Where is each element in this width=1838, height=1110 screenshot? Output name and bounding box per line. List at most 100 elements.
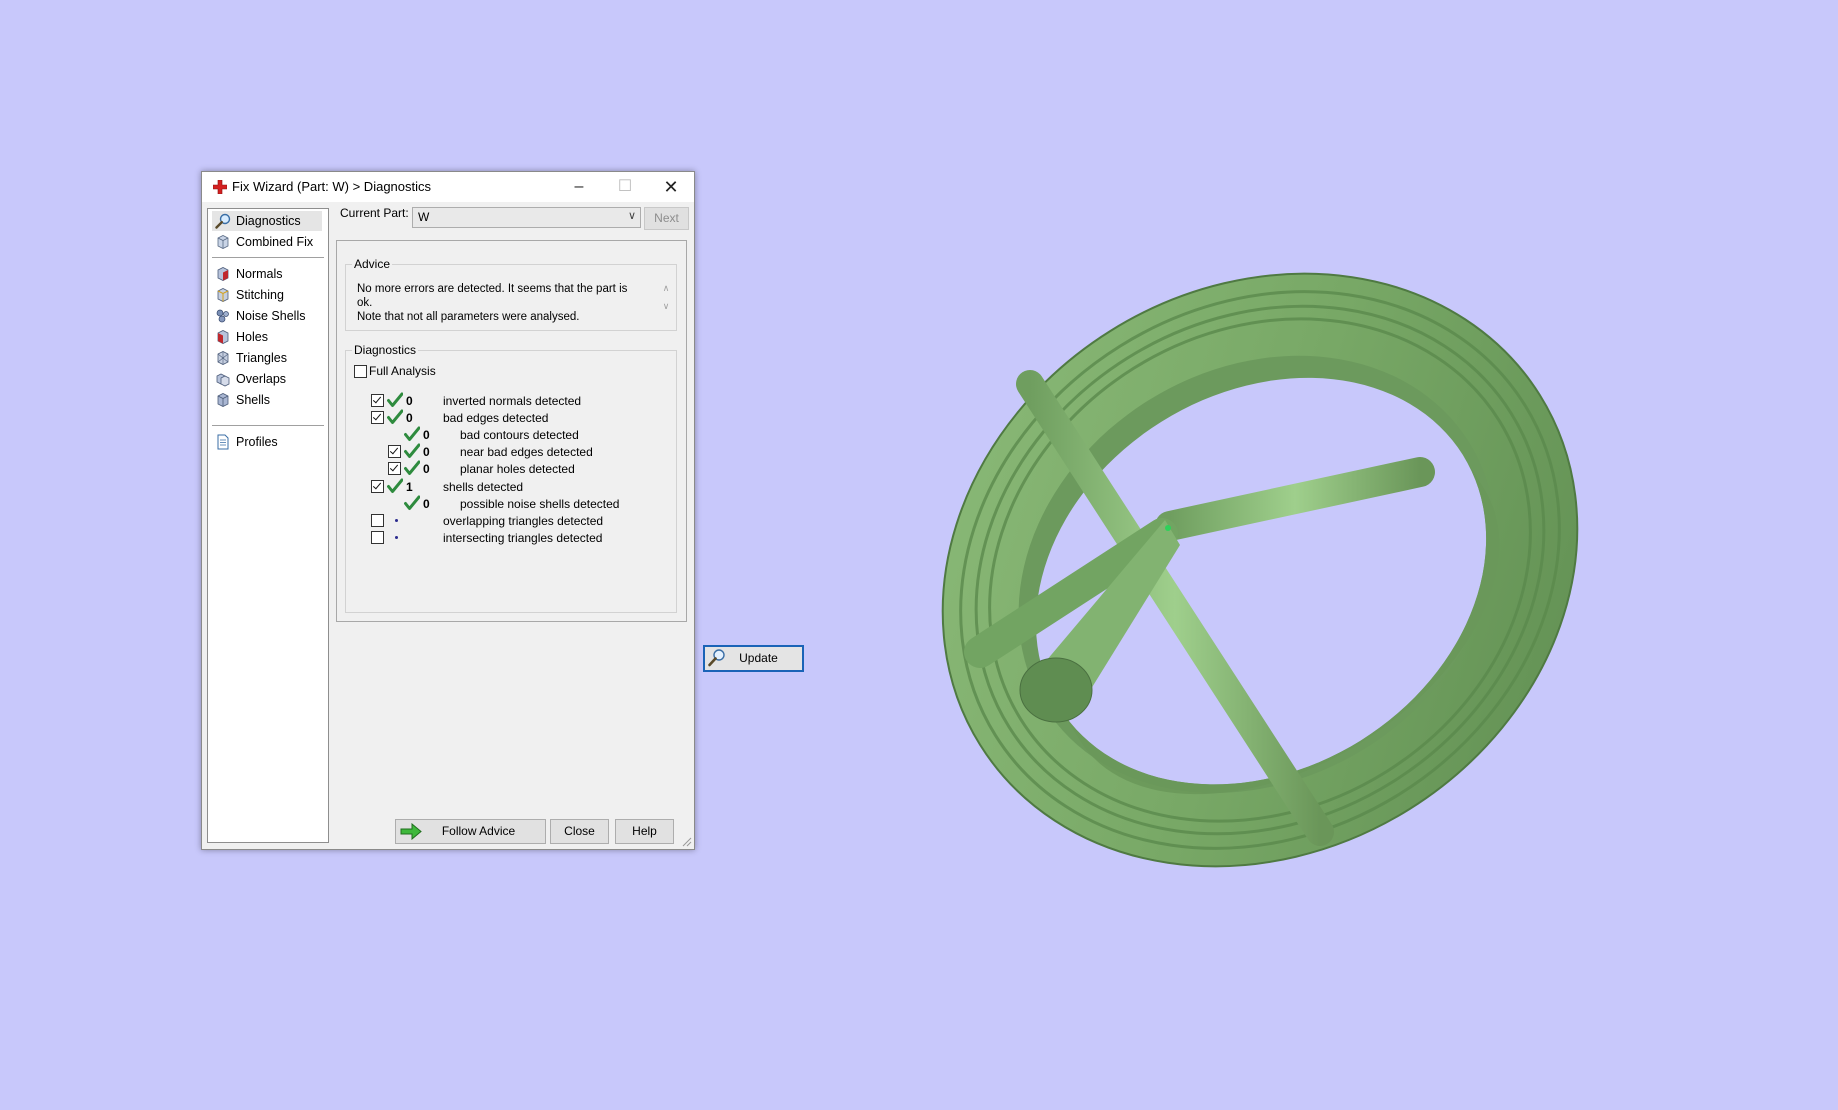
sidebar-item-stitching[interactable]: Stitching (212, 285, 322, 305)
advice-scrollbar[interactable]: ∧ ∨ (659, 279, 673, 323)
diagnostic-label: overlapping triangles detected (443, 513, 604, 528)
follow-advice-label: Follow Advice (441, 824, 516, 838)
update-button[interactable]: Update (703, 645, 804, 672)
diagnostic-checkbox[interactable] (371, 513, 384, 527)
advice-line-2: Note that not all parameters were analys… (357, 311, 580, 323)
diagnostics-group: Diagnostics Full Analysis 0 inverted norm… (345, 343, 677, 613)
check-ok-icon (404, 495, 420, 510)
diagnostic-count: 0 (423, 462, 430, 477)
diagnostic-checkbox[interactable] (371, 411, 384, 425)
check-ok-icon (404, 426, 420, 442)
help-button[interactable]: Help (615, 819, 674, 844)
chevron-down-icon: ∨ (627, 210, 636, 222)
sidebar-item-label: Holes (236, 330, 268, 344)
maximize-button[interactable]: ☐ (602, 172, 648, 202)
advice-legend: Advice (354, 257, 391, 271)
sidebar-item-label: Profiles (236, 435, 278, 449)
scroll-up-icon[interactable]: ∧ (659, 279, 673, 297)
title-bar[interactable]: Fix Wizard (Part: W) > Diagnostics – ☐ ✕ (202, 172, 694, 202)
diagnostic-label: near bad edges detected (460, 445, 593, 460)
current-part-label: Current Part: (340, 206, 409, 220)
document-icon (217, 434, 229, 450)
current-part-select[interactable]: W ∨ (412, 207, 641, 228)
noise-shells-icon (216, 309, 229, 323)
sidebar-item-noise-shells[interactable]: Noise Shells (212, 306, 322, 326)
holes-cube-icon (217, 330, 229, 344)
current-part-value: W (418, 210, 430, 224)
overlaps-cube-icon (216, 373, 230, 387)
sidebar-item-diagnostics[interactable]: Diagnostics (212, 211, 322, 231)
triangles-cube-icon (217, 351, 229, 365)
diagnostic-count: 0 (406, 411, 413, 426)
diagnostic-row: overlapping triangles detected (346, 512, 666, 530)
next-button[interactable]: Next (644, 207, 689, 230)
sidebar-divider (212, 425, 324, 426)
full-analysis-checkbox[interactable] (354, 365, 367, 378)
check-ok-icon (387, 478, 403, 493)
diagnostic-row: 0 near bad edges detected (346, 443, 666, 461)
sidebar-item-combined-fix[interactable]: Combined Fix (212, 232, 322, 252)
update-label: Update (739, 651, 778, 665)
follow-advice-button[interactable]: Follow Advice (395, 819, 546, 844)
sidebar-item-label: Overlaps (236, 372, 287, 386)
diagnostic-checkbox[interactable] (388, 445, 401, 459)
sidebar-item-label: Diagnostics (236, 214, 301, 228)
diagnostic-checkbox[interactable] (371, 394, 384, 407)
fix-wizard-dialog: Fix Wizard (Part: W) > Diagnostics – ☐ ✕… (201, 171, 804, 850)
sidebar-divider (212, 257, 324, 258)
sidebar-item-normals[interactable]: Normals (212, 264, 322, 284)
diagnostic-row: 0 bad contours detected (346, 426, 666, 444)
red-cross-icon (213, 180, 227, 194)
normals-cube-icon (217, 267, 229, 281)
diagnostics-page: Advice No more errors are detected. It s… (336, 240, 804, 672)
diagnostic-checkbox[interactable] (388, 462, 401, 476)
diagnostics-legend: Diagnostics (354, 343, 417, 357)
diagnostic-count: 0 (423, 496, 430, 511)
full-analysis-label: Full Analysis (369, 364, 436, 378)
status-dot-icon (395, 535, 398, 539)
sidebar-item-label: Combined Fix (236, 235, 314, 249)
status-dot-icon (395, 518, 398, 522)
diagnostic-label: intersecting triangles detected (443, 530, 603, 545)
close-button[interactable]: Close (550, 819, 609, 844)
cube-icon (217, 235, 229, 249)
diagnostic-label: inverted normals detected (443, 394, 582, 408)
magnifier-icon (215, 213, 231, 229)
diagnostic-row: 0 possible noise shells detected (346, 495, 666, 513)
resize-grip-icon[interactable] (682, 837, 692, 847)
diagnostic-label: possible noise shells detected (460, 496, 620, 511)
advice-line-1: No more errors are detected. It seems th… (357, 283, 628, 309)
ring-3d-model[interactable] (880, 200, 1640, 940)
sidebar-item-label: Noise Shells (236, 309, 306, 323)
advice-group: Advice No more errors are detected. It s… (345, 257, 677, 331)
diagnostic-row: 0 bad edges detected (346, 409, 666, 427)
wizard-nav-panel: Diagnostics Combined Fix Normals Stitchi… (207, 208, 329, 843)
scroll-down-icon[interactable]: ∨ (659, 297, 673, 315)
diagnostic-row: 0 planar holes detected (346, 460, 666, 478)
diagnostic-checkbox[interactable] (371, 479, 384, 493)
diagnostic-count: 0 (406, 394, 413, 408)
diagnostic-checkbox[interactable] (371, 530, 384, 544)
sidebar-item-triangles[interactable]: Triangles (212, 348, 322, 368)
diagnostic-label: planar holes detected (460, 462, 575, 477)
diagnostic-count: 0 (423, 445, 430, 460)
sidebar-item-shells[interactable]: Shells (212, 390, 322, 410)
sidebar-item-label: Triangles (236, 351, 287, 365)
check-ok-icon (387, 409, 403, 425)
sidebar-item-profiles[interactable]: Profiles (212, 432, 322, 452)
check-ok-icon (404, 443, 420, 459)
diagnostic-row: 0 inverted normals detected (346, 392, 666, 410)
window-title: Fix Wizard (Part: W) > Diagnostics (232, 179, 432, 194)
check-ok-icon (387, 392, 403, 407)
sidebar-item-overlaps[interactable]: Overlaps (212, 369, 322, 389)
advice-text: No more errors are detected. It seems th… (357, 282, 645, 324)
close-window-button[interactable]: ✕ (648, 172, 694, 202)
minimize-button[interactable]: – (556, 172, 602, 202)
diagnostic-row: 1 shells detected (346, 478, 666, 496)
sidebar-item-holes[interactable]: Holes (212, 327, 322, 347)
sidebar-item-label: Normals (236, 267, 283, 281)
sidebar-item-label: Stitching (236, 288, 284, 302)
diagnostic-label: bad edges detected (443, 411, 549, 426)
shells-cube-icon (217, 393, 229, 407)
diagnostic-label: shells detected (443, 479, 524, 494)
